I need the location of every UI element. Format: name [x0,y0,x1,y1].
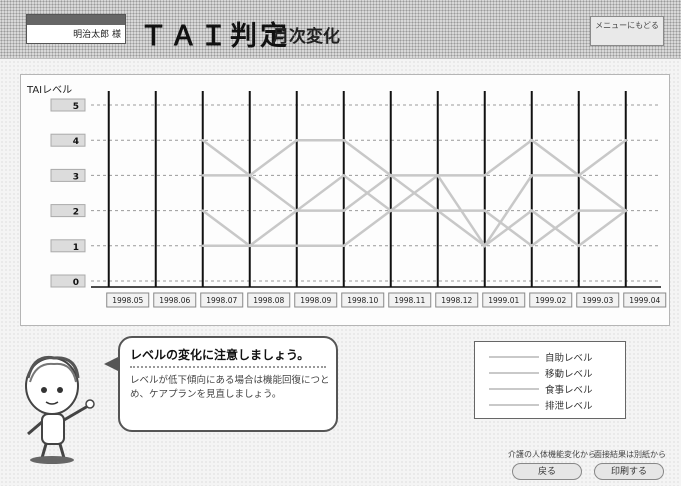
tai-level-chart: 0 1 2 3 4 5 1998.05 1998.06 1998.07 1998.08 1998.0… [50,91,667,308]
page-title: ＴＡＩ判定 [140,21,290,52]
legend-swatch [489,388,539,390]
data-point [201,244,204,247]
legend-item: 食事レベル [489,382,619,396]
series-line [202,138,627,177]
y-tick-label: 0 [73,278,79,288]
legend-swatch [489,404,539,406]
data-point [389,174,392,177]
x-tick-label: 1999.02 [535,296,566,305]
data-point [342,139,345,142]
legend-label: 移動レベル [545,369,593,380]
user-badge: 明治太郎 様 [26,14,126,44]
back-button[interactable]: 戻る [512,463,582,480]
y-tick-box [50,168,86,182]
data-point [530,174,533,177]
data-point [389,209,392,212]
user-badge-strip [27,15,125,25]
x-tick-label: 1998.11 [394,296,425,305]
header-bar: 明治太郎 様 ＴＡＩ判定 月次変化 メニューにもどる [0,0,681,59]
x-tick-label: 1999.01 [488,296,519,305]
footer-label-left: 介護の人体機能変化から [508,450,596,459]
data-point [248,174,251,177]
legend-label: 自助レベル [545,353,593,364]
y-tick-label: 2 [73,208,79,218]
y-tick-box [50,98,86,112]
print-button[interactable]: 印刷する [594,463,664,480]
advice-body: レベルが低下傾向にある場合は機能回復につとめ、ケアプランを見直しましょう。 [130,375,330,400]
legend-label: 食事レベル [545,385,593,396]
data-point [483,174,486,177]
data-point [201,174,204,177]
x-tick-label: 1998.07 [206,296,237,305]
y-tick-label: 5 [73,102,79,112]
y-tick-label: 3 [73,172,79,182]
data-point [436,209,439,212]
x-tick-label: 1999.04 [629,296,660,305]
x-tick-label: 1998.10 [347,296,378,305]
data-point [577,209,580,212]
footer-label-right: 面接結果は別紙から [594,450,666,459]
y-tick-box [50,204,86,218]
legend-item: 自助レベル [489,350,619,364]
data-point [342,174,345,177]
y-tick-label: 1 [73,243,79,253]
advice-bubble: レベルの変化に注意しましょう。 レベルが低下傾向にある場合は機能回復につとめ、ケ… [118,336,338,432]
page-subtitle: 月次変化 [272,27,340,47]
data-point [342,209,345,212]
data-point [624,139,627,142]
data-point [436,174,439,177]
x-tick-label: 1998.08 [253,296,284,305]
series-line [202,209,627,248]
data-point [624,209,627,212]
data-point [483,209,486,212]
data-point [201,139,204,142]
x-tick-label: 1998.09 [300,296,331,305]
return-menu-button[interactable]: メニューにもどる [590,16,664,46]
legend-label: 排泄レベル [545,401,593,412]
advice-divider [130,366,326,368]
data-point [530,139,533,142]
legend-swatch [489,356,539,358]
data-point [248,244,251,247]
y-tick-box [50,133,86,147]
chart-legend: 自助レベル 移動レベル 食事レベル 排泄レベル [474,341,626,419]
legend-swatch [489,372,539,374]
data-point [530,244,533,247]
data-point [577,244,580,247]
data-point [295,209,298,212]
data-point [201,209,204,212]
x-tick-label: 1999.03 [582,296,613,305]
chart-panel: TAIレベル 0 1 2 3 4 5 1998.05 1998.06 1998.07 1998.0… [20,74,670,326]
data-point [295,244,298,247]
data-point [295,139,298,142]
data-point [483,244,486,247]
data-point [342,244,345,247]
y-tick-label: 4 [73,137,79,147]
data-point [530,209,533,212]
x-tick-label: 1998.06 [159,296,190,305]
x-tick-label: 1998.05 [112,296,143,305]
mascot-character-icon [25,355,95,464]
legend-item: 排泄レベル [489,398,619,412]
user-name: 明治太郎 様 [73,30,121,40]
x-tick-label: 1998.12 [441,296,472,305]
legend-item: 移動レベル [489,366,619,380]
data-point [577,174,580,177]
y-tick-box [50,274,86,288]
advice-title: レベルの変化に注意しましょう。 [130,348,310,362]
y-tick-box [50,239,86,253]
